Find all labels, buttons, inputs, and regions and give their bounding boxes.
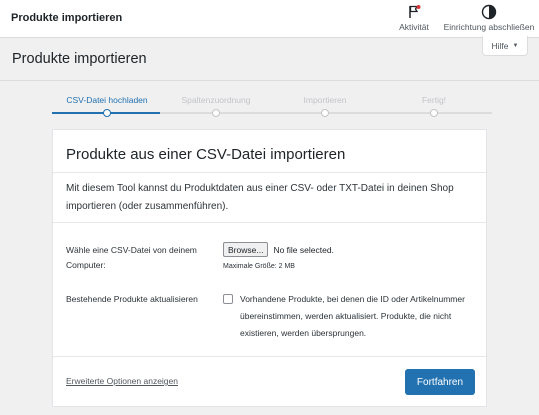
file-input: Browse... No file selected. — [223, 242, 334, 257]
max-size-note: Maximale Größe: 2 MB — [223, 263, 295, 270]
continue-button[interactable]: Fortfahren — [405, 369, 475, 395]
file-status: No file selected. — [273, 244, 334, 255]
card-divider — [53, 222, 486, 223]
finish-setup-button[interactable]: Einrichtung abschließen — [441, 4, 537, 34]
advanced-options-link[interactable]: Erweiterte Optionen anzeigen — [66, 376, 178, 386]
step-dot-upload — [103, 109, 111, 117]
card-divider — [53, 172, 486, 173]
step-label-upload: CSV-Datei hochladen — [66, 95, 148, 105]
browse-button[interactable]: Browse... — [223, 242, 269, 257]
help-tab-button[interactable]: Hilfe ▼ — [482, 36, 528, 56]
finish-setup-label: Einrichtung abschließen — [443, 22, 535, 32]
caret-down-icon: ▼ — [512, 42, 519, 49]
update-field-label: Bestehende Produkte aktualisieren — [66, 294, 198, 304]
progress-circle-icon — [481, 4, 497, 20]
activity-button[interactable]: Aktivität — [396, 4, 432, 34]
step-dot-import — [321, 109, 329, 117]
activity-label: Aktivität — [399, 22, 429, 32]
update-existing-description: Vorhandene Produkte, bei denen die ID od… — [240, 294, 465, 338]
page-title: Produkte importieren — [12, 51, 147, 67]
help-label: Hilfe — [491, 40, 509, 51]
flag-icon — [406, 4, 422, 20]
step-dot-done — [430, 109, 438, 117]
step-label-done: Fertig! — [421, 95, 447, 105]
step-dot-mapping — [212, 109, 220, 117]
file-field-label: Wähle eine CSV-Datei von deinem Computer… — [66, 245, 197, 270]
card-title: Produkte aus einer CSV-Datei importieren — [66, 146, 346, 163]
import-card: Produkte aus einer CSV-Datei importieren… — [52, 129, 487, 407]
header-divider — [0, 80, 539, 81]
card-divider — [53, 356, 486, 357]
progress-stepper: CSV-Datei hochladen Spaltenzuordnung Imp… — [52, 93, 492, 119]
update-existing-checkbox[interactable] — [223, 294, 233, 304]
card-description: Mit diesem Tool kannst du Produktdaten a… — [66, 183, 454, 212]
step-label-mapping: Spaltenzuordnung — [181, 95, 251, 105]
top-bar: Produkte importieren Aktivität Einrichtu… — [0, 0, 539, 38]
step-label-import: Importieren — [303, 95, 347, 105]
top-bar-title: Produkte importieren — [11, 12, 123, 24]
